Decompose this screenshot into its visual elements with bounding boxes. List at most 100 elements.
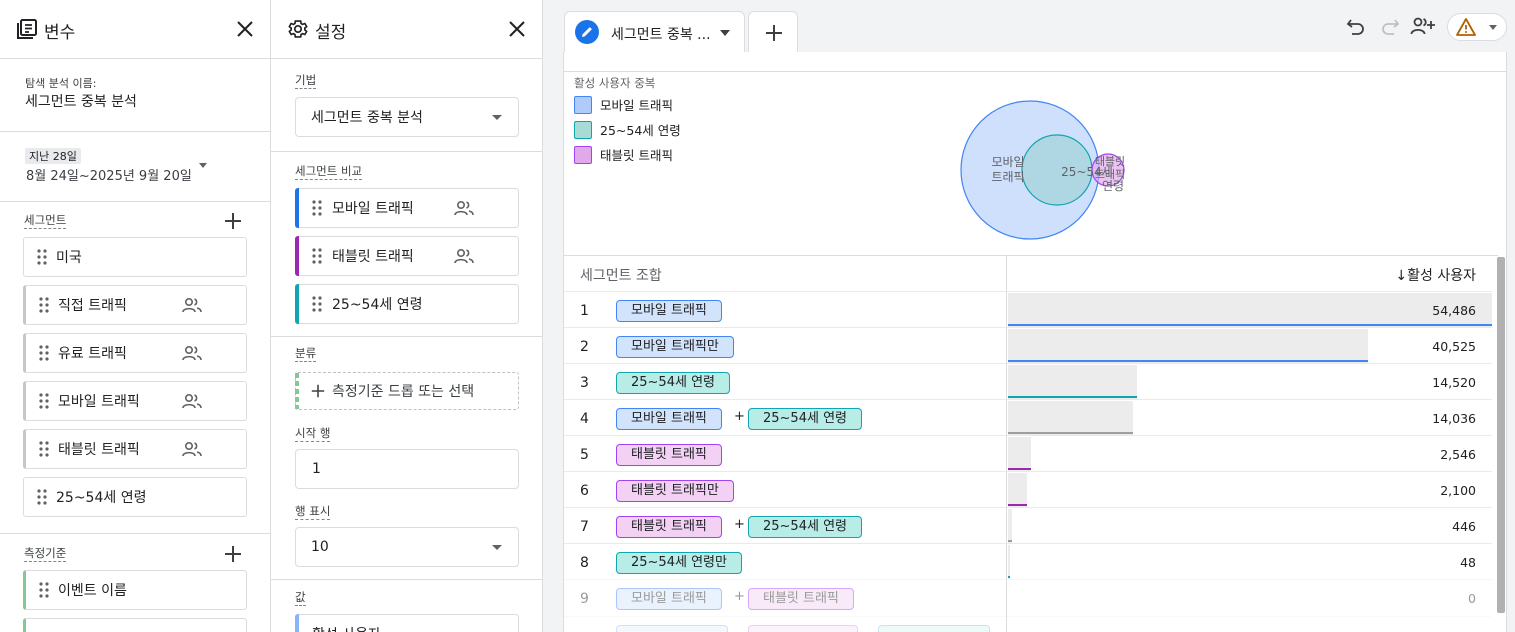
audience-icon bbox=[454, 249, 474, 264]
compare-segment-item[interactable]: 25~54세 연령 bbox=[295, 284, 519, 324]
settings-header: 설정 bbox=[271, 0, 542, 59]
drag-handle-icon[interactable] bbox=[39, 297, 49, 313]
breakdown-drop-text: 측정기준 드롭 또는 선택 bbox=[332, 384, 475, 400]
table-row[interactable]: 9 모바일 트래픽 + 태블릿 트래픽 0 bbox=[564, 579, 1492, 615]
variables-header: 변수 bbox=[0, 0, 270, 59]
compare-segment-label: 25~54세 연령 bbox=[332, 297, 423, 313]
table-scrollbar[interactable] bbox=[1497, 257, 1505, 613]
table-row[interactable]: 6 태블릿 트래픽만 2,100 bbox=[564, 471, 1492, 507]
legend-label: 25~54세 연령 bbox=[600, 123, 681, 138]
row-number: 2 bbox=[580, 339, 589, 355]
date-range-text: 8월 24일~2025년 9월 20일 bbox=[26, 169, 192, 184]
dimension-item[interactable]: 이벤트 이름 bbox=[23, 570, 247, 610]
segment-color-bar bbox=[295, 236, 299, 276]
table-row-partial bbox=[564, 616, 1492, 632]
row-value: 40,525 bbox=[1432, 339, 1476, 354]
breakdown-dropzone[interactable]: 측정기준 드롭 또는 선택 bbox=[295, 372, 519, 410]
segment-item[interactable]: 미국 bbox=[23, 237, 247, 277]
table-row[interactable]: 4 모바일 트래픽 +25~54세 연령 14,036 bbox=[564, 399, 1492, 435]
variables-title: 변수 bbox=[44, 23, 76, 43]
drag-handle-icon[interactable] bbox=[312, 200, 322, 216]
start-row-input[interactable]: 1 bbox=[295, 449, 519, 489]
settings-panel: 설정 기법 세그먼트 중복 분석 세그먼트 비교 모바일 트래픽 태블릿 트래픽 2… bbox=[271, 0, 543, 632]
exploration-name-label: 탐색 분석 이름: bbox=[25, 77, 97, 90]
legend-item-age: 25~54세 연령 bbox=[574, 120, 681, 139]
divider bbox=[0, 533, 270, 534]
settings-title: 설정 bbox=[315, 23, 347, 43]
segment-item[interactable]: 직접 트래픽 bbox=[23, 285, 247, 325]
row-number: 1 bbox=[580, 303, 589, 319]
row-value: 14,036 bbox=[1432, 411, 1476, 426]
show-rows-select[interactable]: 10 bbox=[295, 527, 519, 567]
legend-label: 태블릿 트래픽 bbox=[600, 148, 673, 163]
dimension-item-partial[interactable] bbox=[23, 618, 247, 632]
plus-icon bbox=[311, 384, 325, 398]
date-range-section[interactable]: 지난 28일 8월 24일~2025년 9월 20일 bbox=[0, 132, 270, 202]
drag-handle-icon[interactable] bbox=[39, 345, 49, 361]
exploration-name-input[interactable]: 세그먼트 중복 분석 bbox=[25, 91, 137, 111]
dropdown-caret-icon bbox=[492, 115, 502, 120]
table-top-border bbox=[564, 255, 1498, 256]
add-segment-icon[interactable] bbox=[224, 212, 242, 230]
date-preset-badge: 지난 28일 bbox=[25, 148, 81, 164]
row-value: 14,520 bbox=[1432, 375, 1476, 390]
compare-segment-item[interactable]: 모바일 트래픽 bbox=[295, 188, 519, 228]
drag-handle-icon[interactable] bbox=[37, 489, 47, 505]
row-value: 54,486 bbox=[1432, 303, 1476, 318]
drag-handle-icon[interactable] bbox=[37, 249, 47, 265]
row-value: 0 bbox=[1468, 591, 1476, 606]
undo-icon[interactable] bbox=[1345, 16, 1367, 38]
drag-handle-icon[interactable] bbox=[39, 582, 49, 598]
technique-select[interactable]: 세그먼트 중복 분석 bbox=[295, 97, 519, 137]
tab-name: 세그먼트 중복 ... bbox=[611, 27, 711, 43]
table-row[interactable]: 8 25~54세 연령만 48 bbox=[564, 543, 1492, 579]
tab-segment-overlap[interactable]: 세그먼트 중복 ... bbox=[564, 11, 745, 53]
add-tab-button[interactable] bbox=[748, 11, 798, 53]
segment-pill: 모바일 트래픽 bbox=[616, 408, 722, 430]
table-row[interactable]: 3 25~54세 연령 14,520 bbox=[564, 363, 1492, 399]
table-row[interactable]: 7 태블릿 트래픽 +25~54세 연령 446 bbox=[564, 507, 1492, 543]
legend-item-mobile: 모바일 트래픽 bbox=[574, 95, 673, 114]
close-icon[interactable] bbox=[234, 18, 256, 40]
tab-menu-caret-icon[interactable] bbox=[720, 30, 730, 36]
segment-pill-partial bbox=[616, 625, 728, 632]
drag-handle-icon[interactable] bbox=[39, 393, 49, 409]
technique-label: 기법 bbox=[295, 73, 317, 89]
drag-handle-icon[interactable] bbox=[312, 296, 322, 312]
segment-item[interactable]: 유료 트래픽 bbox=[23, 333, 247, 373]
value-bar-underline bbox=[1008, 468, 1031, 470]
row-number: 7 bbox=[580, 519, 589, 535]
show-rows-value: 10 bbox=[311, 539, 329, 555]
table-row[interactable]: 5 태블릿 트래픽 2,546 bbox=[564, 435, 1492, 471]
edit-pencil-icon[interactable] bbox=[575, 20, 599, 44]
segment-pill: 태블릿 트래픽만 bbox=[616, 480, 734, 502]
segment-color-bar bbox=[295, 284, 299, 324]
table-row[interactable]: 2 모바일 트래픽만 40,525 bbox=[564, 327, 1492, 363]
close-icon[interactable] bbox=[506, 18, 528, 40]
value-bar-underline bbox=[1008, 396, 1137, 398]
drag-handle-icon[interactable] bbox=[312, 248, 322, 264]
value-bar-underline bbox=[1008, 324, 1492, 326]
value-bar-underline bbox=[1008, 504, 1027, 506]
segment-item[interactable]: 태블릿 트래픽 bbox=[23, 429, 247, 469]
variables-panel: 변수 탐색 분석 이름: 세그먼트 중복 분석 지난 28일 8월 24일~20… bbox=[0, 0, 271, 632]
row-number: 8 bbox=[580, 555, 589, 571]
add-dimension-icon[interactable] bbox=[224, 545, 242, 563]
warning-menu-button[interactable] bbox=[1447, 13, 1507, 41]
chevron-down-icon[interactable] bbox=[199, 163, 207, 168]
segment-item[interactable]: 모바일 트래픽 bbox=[23, 381, 247, 421]
venn-label-mobile-2: 트래픽 bbox=[991, 170, 1024, 184]
share-add-user-icon[interactable] bbox=[1410, 16, 1436, 38]
value-bar-underline bbox=[1008, 432, 1133, 434]
redo-icon[interactable] bbox=[1379, 16, 1401, 38]
table-row[interactable]: 1 모바일 트래픽 54,486 bbox=[564, 291, 1492, 327]
combine-plus-icon: + bbox=[734, 517, 745, 532]
table-header-metric[interactable]: ↓활성 사용자 bbox=[1395, 265, 1476, 285]
drag-handle-icon[interactable] bbox=[39, 441, 49, 457]
compare-segment-item[interactable]: 태블릿 트래픽 bbox=[295, 236, 519, 276]
visualization-sheet: 활성 사용자 중복 모바일 트래픽 25~54세 연령 태블릿 트래픽 모바일 … bbox=[563, 52, 1507, 632]
venn-diagram[interactable]: 모바일 트래픽 태블릿 트래픽 25~54세 25~54세 연령 bbox=[934, 92, 1134, 242]
table-header-segment[interactable]: 세그먼트 조합 bbox=[580, 265, 662, 285]
segment-item[interactable]: 25~54세 연령 bbox=[23, 477, 247, 517]
values-item[interactable]: 활성 사용자 bbox=[295, 614, 519, 632]
